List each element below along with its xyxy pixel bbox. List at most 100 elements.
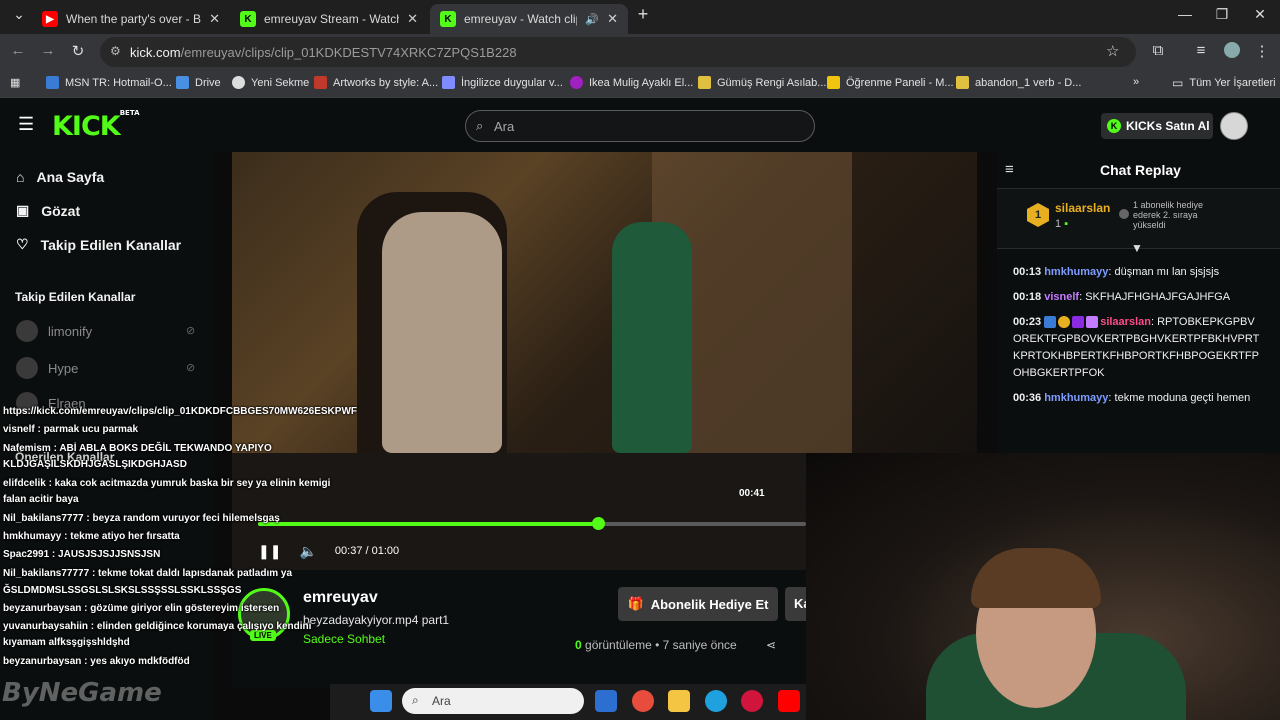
- user-avatar[interactable]: [1220, 112, 1248, 140]
- chrome-icon[interactable]: [632, 690, 654, 712]
- gift-count: 1: [1055, 218, 1062, 230]
- menu-icon[interactable]: ⋮: [1252, 42, 1272, 60]
- gift-icon: 🎁: [627, 596, 644, 611]
- message-user[interactable]: silaarslan: [1100, 316, 1151, 328]
- nav-browse[interactable]: ▣ Gözat: [16, 202, 80, 219]
- youtube-icon[interactable]: [778, 690, 800, 712]
- chat-message: 00:23 silaarslan: RPTOBKEPKGPBVOREKTFGPB…: [1013, 316, 1260, 379]
- tab-search-icon[interactable]: ⌄: [4, 6, 34, 23]
- bookmark-item[interactable]: Ikea Mulig Ayaklı El...: [570, 76, 693, 89]
- edge-icon[interactable]: [705, 690, 727, 712]
- reload-icon[interactable]: ↻: [68, 42, 88, 60]
- overlay-chat-line: yuvanurbaysahiin : elinden geldiğince ko…: [3, 621, 312, 632]
- back-icon[interactable]: ←: [8, 42, 28, 59]
- bookmark-item[interactable]: MSN TR: Hotmail-O...: [46, 76, 172, 89]
- all-bookmarks-button[interactable]: ▭ Tüm Yer İşaretleri: [1172, 76, 1276, 90]
- overlay-chat-line: Nil_bakilans7777 : beyza random vuruyor …: [3, 513, 280, 524]
- search-icon: ⌕: [476, 118, 484, 133]
- gifter-count: 1 ▪: [1055, 218, 1068, 230]
- window-close-icon[interactable]: ✕: [1245, 6, 1275, 23]
- bookmark-item[interactable]: abandon_1 verb - D...: [956, 76, 1081, 89]
- overlay-chat-line: beyzanurbaysan : yes akıyo mdkfödföd: [3, 656, 190, 667]
- logo-text: KICK: [52, 111, 121, 142]
- tab-youtube[interactable]: ▶ When the party's over - Billie Eilish …: [32, 4, 230, 34]
- duration: 01:00: [371, 545, 400, 557]
- message-text: tekme moduna geçti hemen: [1114, 392, 1251, 404]
- speaker-icon: 🔊: [585, 13, 600, 26]
- subscribe-button[interactable]: Ka: [785, 587, 806, 621]
- progress-handle[interactable]: [591, 517, 605, 530]
- bookmark-label: Artworks by style: A...: [333, 76, 439, 89]
- more-bookmarks-button[interactable]: »: [1133, 76, 1139, 88]
- nav-home[interactable]: ⌂ Ana Sayfa: [16, 169, 104, 185]
- apps-icon[interactable]: ▦: [10, 76, 20, 89]
- taskbar-search[interactable]: ⌕ Ara: [402, 688, 584, 714]
- streamer-name[interactable]: emreuyav: [303, 589, 378, 607]
- close-icon[interactable]: ✕: [209, 11, 220, 27]
- windows-start-icon[interactable]: [370, 690, 392, 712]
- kick-logo[interactable]: KICKBETA: [52, 109, 140, 142]
- bookmark-item[interactable]: Yeni Sekme: [232, 76, 309, 89]
- minimize-icon[interactable]: —: [1170, 6, 1200, 22]
- nav-following[interactable]: ♡ Takip Edilen Kanallar: [16, 236, 181, 253]
- browse-icon: ▣: [16, 202, 30, 218]
- message-user[interactable]: hmkhumayy: [1044, 266, 1108, 278]
- star-icon[interactable]: ☆: [1106, 42, 1119, 60]
- beta-label: BETA: [119, 109, 140, 117]
- followed-channel[interactable]: Hype: [16, 357, 78, 379]
- close-icon[interactable]: ✕: [607, 11, 618, 27]
- profile-icon[interactable]: [1222, 42, 1242, 62]
- overlay-chat-line: falan acitir baya: [3, 494, 79, 505]
- kick-header: ☰ KICKBETA ⌕ Ara K KICKs Satın Al: [0, 98, 1280, 152]
- gifter-username[interactable]: silaarslan: [1055, 201, 1110, 215]
- gift-subscription-button[interactable]: 🎁 Abonelik Hediye Et: [618, 587, 778, 621]
- time-display: 00:37 / 01:00: [334, 545, 400, 557]
- hamburger-menu-icon[interactable]: ☰: [18, 114, 34, 135]
- media-icon[interactable]: ≡: [1191, 42, 1211, 59]
- site-info-icon[interactable]: ⚙: [110, 44, 121, 58]
- pause-icon[interactable]: ❚❚: [258, 543, 281, 560]
- forward-icon[interactable]: →: [38, 42, 58, 59]
- tab-kick-clips[interactable]: K emreuyav - Watch clips on Kick 🔊 ✕: [430, 4, 628, 34]
- artworks-icon: [314, 76, 327, 89]
- ikea-icon: [570, 76, 583, 89]
- bookmark-item[interactable]: Gümüş Rengi Asılab...: [698, 76, 826, 89]
- new-tab-button[interactable]: +: [628, 4, 658, 25]
- collapse-chat-icon[interactable]: ≡: [1005, 161, 1014, 178]
- url-field[interactable]: ⚙ kick.com/emreuyav/clips/clip_01KDKDEST…: [100, 37, 1136, 67]
- message-time: 00:18: [1013, 291, 1042, 303]
- message-user[interactable]: hmkhumayy: [1044, 392, 1108, 404]
- category-link[interactable]: Sadece Sohbet: [303, 632, 385, 646]
- url-path: /emreuyav/clips/clip_01KDKDESTV74XRKC7ZP…: [180, 45, 517, 60]
- chat-message: 00:13 hmkhumayy: düşman mı lan sjsjsjs: [1013, 266, 1220, 278]
- message-text: düşman mı lan sjsjsjs: [1114, 266, 1220, 278]
- kick-icon: K: [440, 11, 456, 27]
- clip-stats: 0 görüntüleme • 7 saniye önce: [575, 638, 737, 652]
- search-placeholder: Ara: [494, 119, 515, 134]
- bookmark-label: Ikea Mulig Ayaklı El...: [589, 76, 694, 89]
- message-user[interactable]: visnelf: [1044, 291, 1079, 303]
- volume-icon[interactable]: 🔈: [299, 543, 316, 560]
- bookmark-item[interactable]: Drive: [176, 76, 221, 89]
- mail-icon[interactable]: [595, 690, 617, 712]
- tab-kick-stream[interactable]: K emreuyav Stream - Watch Live on Kick ✕: [230, 4, 428, 34]
- overlay-chat-line: kıyamam alfksşgişshldşhd: [3, 637, 130, 648]
- bookmark-label: İngilizce duygular v...: [461, 76, 563, 89]
- search-input[interactable]: ⌕ Ara: [465, 110, 815, 142]
- expand-pinned-icon[interactable]: ▼: [1131, 241, 1143, 255]
- file-explorer-icon[interactable]: [668, 690, 690, 712]
- bookmark-item[interactable]: İngilizce duygular v...: [442, 76, 563, 89]
- followed-channel[interactable]: limonify: [16, 320, 92, 342]
- close-icon[interactable]: ✕: [407, 11, 418, 27]
- extensions-icon[interactable]: ⧉: [1148, 42, 1168, 59]
- overlay-chat-line: https://kick.com/emreuyav/clips/clip_01K…: [3, 406, 357, 417]
- maximize-icon[interactable]: ❐: [1207, 6, 1237, 23]
- opera-icon[interactable]: [741, 690, 763, 712]
- bookmark-item[interactable]: Öğrenme Paneli - M...: [827, 76, 954, 89]
- buy-kicks-button[interactable]: K KICKs Satın Al: [1101, 113, 1213, 139]
- progress-bar[interactable]: [258, 517, 806, 530]
- overlay-chat-line: beyzanurbaysan : gözüme giriyor elin gös…: [3, 603, 280, 614]
- share-icon[interactable]: ⋖: [766, 638, 776, 652]
- nav-label: Gözat: [41, 202, 81, 219]
- bookmark-item[interactable]: Artworks by style: A...: [314, 76, 438, 89]
